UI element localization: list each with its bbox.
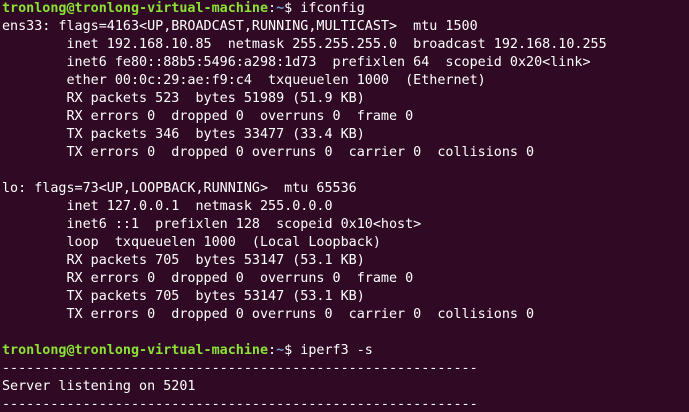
prompt-line: tronlong@tronlong-virtual-machine:~$ ifc… [2, 0, 689, 18]
prompt-separator: : [268, 1, 277, 16]
output-line: ----------------------------------------… [2, 361, 478, 376]
output-line: loop txqueuelen 1000 (Local Loopback) [2, 235, 381, 250]
output-line: RX packets 523 bytes 51989 (51.9 KB) [2, 91, 365, 106]
prompt-line: tronlong@tronlong-virtual-machine:~$ ipe… [2, 342, 689, 360]
output-line: inet6 ::1 prefixlen 128 scopeid 0x10<hos… [2, 217, 422, 232]
output-line: TX errors 0 dropped 0 overruns 0 carrier… [2, 145, 535, 160]
output-line: TX packets 705 bytes 53147 (53.1 KB) [2, 289, 365, 304]
prompt-separator: : [268, 343, 277, 358]
prompt-dollar: $ [284, 343, 301, 358]
prompt-user-host: tronlong@tronlong-virtual-machine [2, 343, 269, 358]
output-line: TX packets 346 bytes 33477 (33.4 KB) [2, 127, 365, 142]
output-line: Server listening on 5201 [2, 379, 196, 394]
output-line: inet 127.0.0.1 netmask 255.0.0.0 [2, 199, 333, 214]
output-line: inet6 fe80::88b5:5496:a298:1d73 prefixle… [2, 55, 591, 70]
command-text: ifconfig [300, 1, 365, 16]
output-line: ether 00:0c:29:ae:f9:c4 txqueuelen 1000 … [2, 73, 486, 88]
output-line: RX errors 0 dropped 0 overruns 0 frame 0 [2, 109, 414, 124]
prompt-user-host: tronlong@tronlong-virtual-machine [2, 1, 269, 16]
output-line: ----------------------------------------… [2, 397, 478, 412]
prompt-path: ~ [276, 1, 285, 16]
output-line: inet 192.168.10.85 netmask 255.255.255.0… [2, 37, 607, 52]
output-line: RX errors 0 dropped 0 overruns 0 frame 0 [2, 271, 414, 286]
output-line: ens33: flags=4163<UP,BROADCAST,RUNNING,M… [2, 19, 478, 34]
output-line: RX packets 705 bytes 53147 (53.1 KB) [2, 253, 365, 268]
output-line: lo: flags=73<UP,LOOPBACK,RUNNING> mtu 65… [2, 181, 357, 196]
prompt-dollar: $ [284, 1, 301, 16]
command-text: iperf3 -s [300, 343, 373, 358]
output-line: TX errors 0 dropped 0 overruns 0 carrier… [2, 307, 535, 322]
terminal-window[interactable]: tronlong@tronlong-virtual-machine:~$ ifc… [0, 0, 689, 412]
prompt-path: ~ [276, 343, 285, 358]
